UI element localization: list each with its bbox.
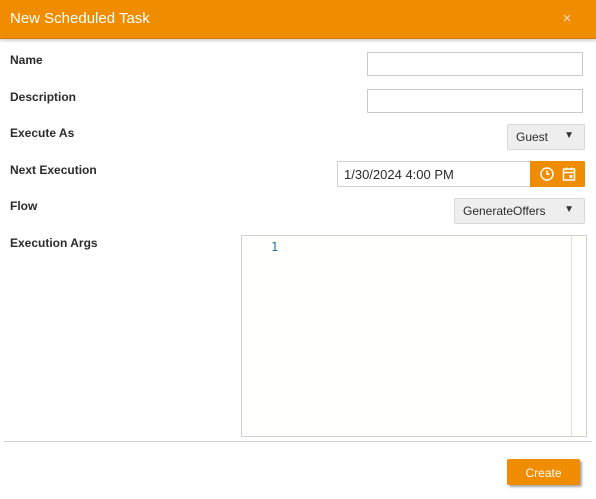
editor-scrollbar[interactable] — [571, 236, 572, 436]
dialog-title: New Scheduled Task — [10, 10, 150, 27]
execute-as-label: Execute As — [10, 126, 75, 140]
execute-as-value: Guest — [516, 130, 549, 144]
datetime-buttons — [530, 161, 585, 187]
name-label: Name — [10, 53, 43, 67]
description-input[interactable] — [367, 89, 583, 113]
execute-as-dropdown[interactable]: Guest ▼ — [507, 124, 585, 150]
flow-value: GenerateOffers — [463, 204, 546, 218]
execution-args-editor[interactable]: 1 — [241, 235, 587, 437]
next-execution-value: 1/30/2024 4:00 PM — [344, 167, 454, 182]
chevron-down-icon: ▼ — [564, 130, 574, 141]
footer-divider — [4, 441, 592, 442]
clock-icon[interactable] — [538, 165, 556, 183]
flow-dropdown[interactable]: GenerateOffers ▼ — [454, 198, 585, 224]
line-number: 1 — [271, 240, 279, 254]
close-icon[interactable]: × — [556, 8, 578, 30]
chevron-down-icon: ▼ — [564, 204, 574, 215]
create-button[interactable]: Create — [507, 459, 580, 485]
description-label: Description — [10, 90, 77, 104]
name-input[interactable] — [367, 52, 583, 76]
dialog-titlebar: New Scheduled Task × — [0, 0, 596, 39]
calendar-icon[interactable] — [560, 165, 578, 183]
next-execution-label: Next Execution — [10, 163, 97, 177]
flow-label: Flow — [10, 199, 38, 213]
execution-args-label: Execution Args — [10, 236, 98, 250]
next-execution-datetime[interactable]: 1/30/2024 4:00 PM — [337, 161, 585, 187]
